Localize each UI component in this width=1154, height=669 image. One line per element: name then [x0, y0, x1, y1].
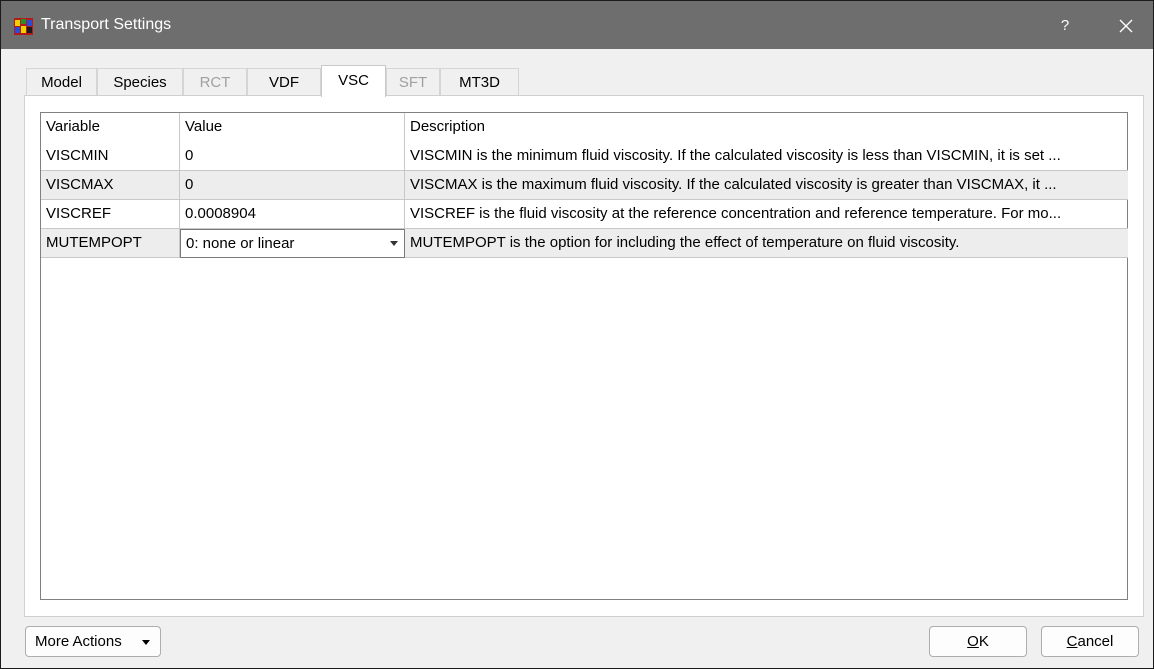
value-cell[interactable]: 0 [180, 142, 405, 171]
settings-table: Variable Value Description VISCMIN 0 VIS… [40, 112, 1128, 600]
table-header: Variable Value Description [41, 113, 1128, 142]
variable-cell[interactable]: VISCMIN [41, 142, 180, 171]
dropdown-selected-value: 0: none or linear [186, 235, 295, 252]
cancel-button[interactable]: Cancel [1041, 626, 1139, 657]
ok-mnemonic: O [967, 633, 979, 650]
tab-vdf[interactable]: VDF [247, 68, 321, 96]
window-title: Transport Settings [41, 16, 172, 33]
help-button[interactable]: ? [1045, 13, 1085, 39]
app-icon [14, 18, 33, 35]
column-header-value[interactable]: Value [180, 113, 405, 142]
variable-cell[interactable]: MUTEMPOPT [41, 229, 180, 258]
tab-species[interactable]: Species [97, 68, 183, 96]
tab-sft: SFT [386, 68, 440, 96]
description-cell[interactable]: VISCMIN is the minimum fluid viscosity. … [405, 142, 1128, 171]
tab-vsc[interactable]: VSC [321, 65, 386, 97]
close-button[interactable] [1104, 13, 1148, 39]
column-header-description[interactable]: Description [405, 113, 1128, 142]
value-cell[interactable]: 0.0008904 [180, 200, 405, 229]
mutempopt-dropdown[interactable]: 0: none or linear [180, 229, 405, 258]
value-cell[interactable]: 0 [180, 171, 405, 200]
tab-pane-vsc: Variable Value Description VISCMIN 0 VIS… [24, 95, 1144, 617]
variable-cell[interactable]: VISCREF [41, 200, 180, 229]
column-header-variable[interactable]: Variable [41, 113, 180, 142]
description-cell[interactable]: VISCREF is the fluid viscosity at the re… [405, 200, 1128, 229]
more-actions-label: More Actions [35, 633, 122, 650]
cancel-label-rest: ancel [1077, 633, 1114, 650]
ok-label-rest: K [978, 633, 989, 650]
transport-settings-dialog: Transport Settings ? Model Species RCT V… [0, 0, 1154, 669]
ok-button[interactable]: OK [929, 626, 1027, 657]
description-cell[interactable]: VISCMAX is the maximum fluid viscosity. … [405, 171, 1128, 200]
tab-mt3d[interactable]: MT3D [440, 68, 519, 96]
tab-model[interactable]: Model [26, 68, 97, 96]
close-icon [1119, 19, 1133, 33]
chevron-down-icon[interactable] [390, 241, 398, 246]
description-cell[interactable]: MUTEMPOPT is the option for including th… [405, 229, 1128, 258]
table-row[interactable]: MUTEMPOPT 0: none or linear MUTEMPOPT is… [41, 229, 1128, 258]
table-row[interactable]: VISCMAX 0 VISCMAX is the maximum fluid v… [41, 171, 1128, 200]
table-row[interactable]: VISCMIN 0 VISCMIN is the minimum fluid v… [41, 142, 1128, 171]
title-bar[interactable]: Transport Settings ? [1, 1, 1153, 49]
caret-down-icon [142, 640, 150, 645]
more-actions-button[interactable]: More Actions [25, 626, 161, 657]
tab-rct: RCT [183, 68, 247, 96]
table-row[interactable]: VISCREF 0.0008904 VISCREF is the fluid v… [41, 200, 1128, 229]
variable-cell[interactable]: VISCMAX [41, 171, 180, 200]
cancel-mnemonic: C [1066, 633, 1078, 650]
